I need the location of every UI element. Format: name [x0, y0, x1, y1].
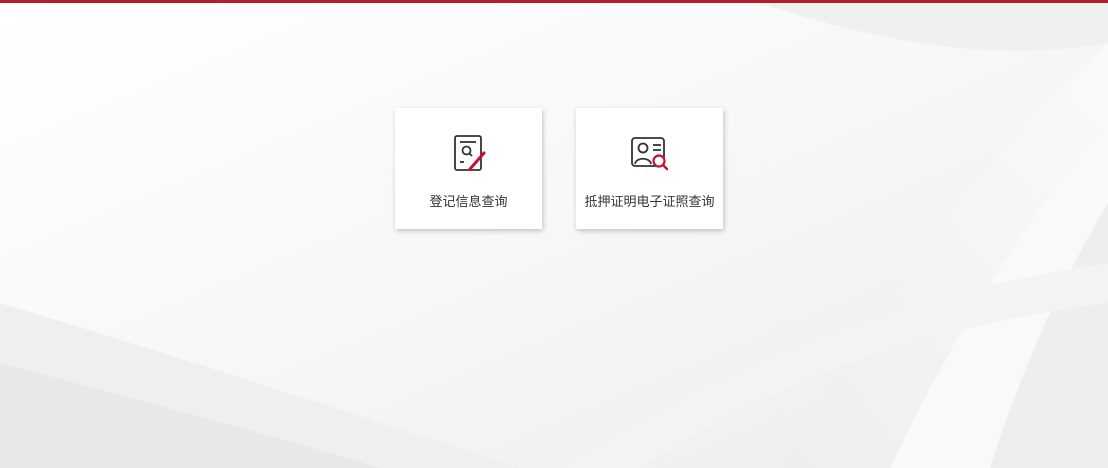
mortgage-certificate-query-card[interactable]: 抵押证明电子证照查询: [576, 108, 723, 229]
registration-info-query-label: 登记信息查询: [429, 195, 508, 210]
mortgage-certificate-query-label: 抵押证明电子证照查询: [584, 195, 715, 210]
document-search-edit-icon: [448, 133, 490, 175]
id-card-search-icon: [629, 133, 671, 175]
registration-info-query-card[interactable]: 登记信息查询: [395, 108, 542, 229]
background-decoration: [0, 3, 1108, 468]
